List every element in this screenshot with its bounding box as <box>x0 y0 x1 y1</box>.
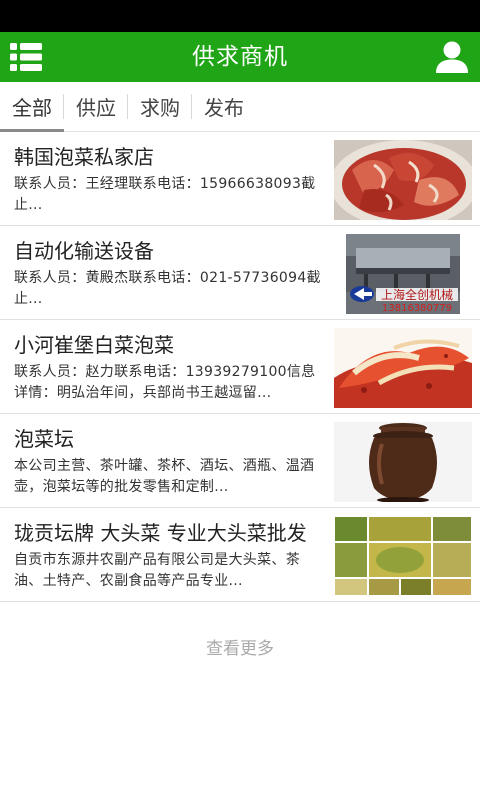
tab-bar: 全部 供应 求购 发布 <box>0 82 480 132</box>
list-item[interactable]: 韩国泡菜私家店 联系人员：王经理联系电话：15966638093截止... <box>0 132 480 226</box>
image-phone-text: 13816380779 <box>382 303 452 314</box>
item-description: 联系人员：黄殿杰联系电话：021-57736094截止... <box>14 270 321 307</box>
item-title: 自动化输送设备 <box>14 239 154 263</box>
tab-supply[interactable]: 供应 <box>64 82 128 131</box>
image-company-text: 上海全创机械 <box>381 287 453 302</box>
app-header: 供求商机 <box>0 32 480 82</box>
list-item[interactable]: 泡菜坛 本公司主营、茶叶罐、茶杯、酒坛、酒瓶、温酒壶，泡菜坛等的批发零售和定制.… <box>0 414 480 508</box>
listing-list: 韩国泡菜私家店 联系人员：王经理联系电话：15966638093截止... 自动… <box>0 132 480 602</box>
conveyor-machine-image: 上海全创机械 13816380779 <box>334 234 472 314</box>
item-description: 联系人员：赵力联系电话：13939279100信息详情：明弘治年间，兵部尚书王越… <box>14 364 316 401</box>
status-bar <box>0 0 480 32</box>
list-item[interactable]: 自动化输送设备 联系人员：黄殿杰联系电话：021-57736094截止... 上… <box>0 226 480 320</box>
list-item[interactable]: 珑贡坛牌 大头菜 专业大头菜批发 自贡市东源井农副产品有限公司是大头菜、茶油、土… <box>0 508 480 602</box>
item-title: 珑贡坛牌 大头菜 专业大头菜批发 <box>14 521 307 545</box>
kimchi-plate-image <box>334 140 472 220</box>
cabbage-kimchi-image <box>334 328 472 408</box>
tab-purchase[interactable]: 求购 <box>128 82 192 131</box>
tab-publish[interactable]: 发布 <box>192 82 256 131</box>
preserved-vegetable-collage-image <box>334 516 472 596</box>
user-icon <box>436 41 468 73</box>
item-title: 韩国泡菜私家店 <box>14 145 154 169</box>
user-button[interactable] <box>434 39 470 75</box>
page-title: 供求商机 <box>192 44 288 70</box>
item-title: 泡菜坛 <box>14 427 74 451</box>
item-description: 自贡市东源井农副产品有限公司是大头菜、茶油、土特产、农副食品等产品专业... <box>14 552 300 589</box>
load-more-button[interactable]: 查看更多 <box>0 634 480 659</box>
item-description: 本公司主营、茶叶罐、茶杯、酒坛、酒瓶、温酒壶，泡菜坛等的批发零售和定制... <box>14 458 315 495</box>
tab-all[interactable]: 全部 <box>0 82 64 132</box>
item-title: 小河崔堡白菜泡菜 <box>14 333 174 357</box>
list-item[interactable]: 小河崔堡白菜泡菜 联系人员：赵力联系电话：13939279100信息详情：明弘治… <box>0 320 480 414</box>
pickle-jar-image <box>334 422 472 502</box>
item-description: 联系人员：王经理联系电话：15966638093截止... <box>14 176 316 213</box>
